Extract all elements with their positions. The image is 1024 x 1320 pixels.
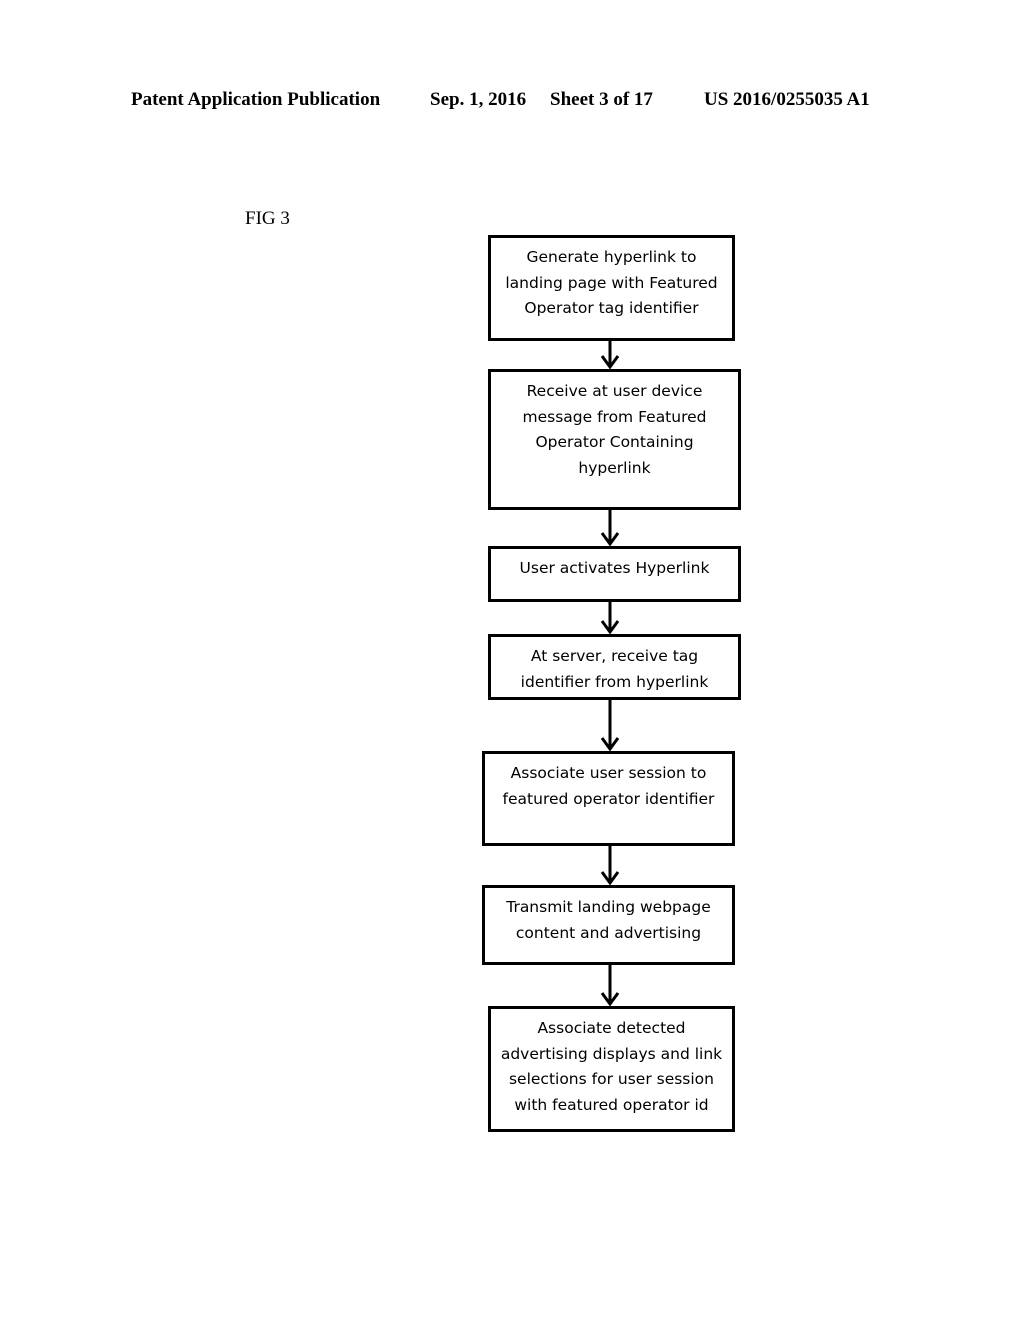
patent-number: US 2016/0255035 A1 [704, 89, 870, 110]
step-line: selections for user session [508, 1070, 714, 1089]
step-line: advertising displays and link [500, 1044, 723, 1063]
step-line: with featured operator id [514, 1095, 709, 1114]
step-line: Associate user session to [510, 764, 707, 782]
step-line: identifier from hyperlink [520, 672, 709, 691]
step-associate-session: Associate user session to featured opera… [482, 751, 735, 846]
step-line: User activates Hyperlink [519, 559, 710, 577]
arrow-5-6 [600, 846, 620, 886]
step-text: Generate hyperlink to landing page with … [505, 245, 717, 338]
sheet-number: Sheet 3 of 17 [550, 89, 653, 110]
step-receive-message: Receive at user device message from Feat… [488, 369, 741, 510]
arrow-4-5 [600, 700, 620, 752]
step-line: message from Featured [522, 407, 707, 426]
step-line: At server, receive tag [530, 647, 699, 665]
arrow-6-7 [600, 965, 620, 1007]
arrow-2-3 [600, 510, 620, 547]
step-text: User activates Hyperlink [520, 556, 710, 599]
step-user-activates: User activates Hyperlink [488, 546, 741, 602]
step-associate-ads: Associate detected advertising displays … [488, 1006, 735, 1132]
step-line: Operator tag identifier [524, 299, 699, 318]
step-text: Associate user session to featured opera… [503, 761, 715, 843]
step-line: Operator Containing [535, 433, 694, 452]
step-line: Transmit landing webpage [506, 898, 711, 916]
step-generate-hyperlink: Generate hyperlink to landing page with … [488, 235, 735, 341]
step-line: Receive at user device [526, 382, 703, 400]
step-line: content and advertising [515, 923, 702, 942]
publication-date: Sep. 1, 2016 [430, 89, 527, 110]
step-text: Receive at user device message from Feat… [523, 379, 707, 507]
step-text: Transmit landing webpage content and adv… [506, 895, 711, 962]
arrow-1-2 [600, 341, 620, 370]
step-text: At server, receive tag identifier from h… [521, 644, 709, 697]
step-line: Generate hyperlink to [526, 248, 697, 266]
step-transmit-content: Transmit landing webpage content and adv… [482, 885, 735, 965]
publication-title: Patent Application Publication [131, 89, 381, 110]
step-line: hyperlink [578, 458, 651, 477]
step-line: landing page with Featured [505, 273, 718, 292]
step-line: featured operator identifier [502, 789, 715, 808]
step-server-receive: At server, receive tag identifier from h… [488, 634, 741, 700]
step-text: Associate detected advertising displays … [501, 1016, 722, 1129]
step-line: Associate detected [537, 1019, 686, 1037]
figure-label: FIG 3 [245, 208, 290, 229]
arrow-3-4 [600, 602, 620, 635]
